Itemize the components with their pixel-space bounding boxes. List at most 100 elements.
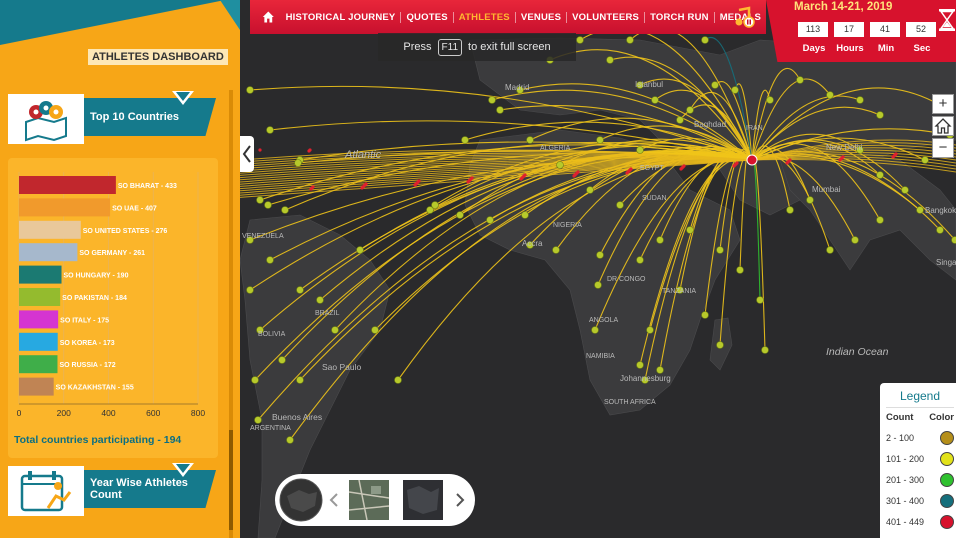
country-point[interactable] [251,376,259,384]
country-point[interactable] [686,106,694,114]
country-point[interactable] [456,211,464,219]
country-point[interactable] [246,86,254,94]
chart-bar[interactable] [19,310,59,329]
country-point[interactable] [254,416,262,424]
chart-bar[interactable] [19,332,58,351]
country-point[interactable] [431,201,439,209]
country-point[interactable] [686,226,694,234]
country-point[interactable] [731,86,739,94]
country-point[interactable] [286,436,294,444]
country-point[interactable] [266,256,274,264]
country-point[interactable] [921,156,929,164]
country-point[interactable] [496,106,504,114]
country-point[interactable] [651,96,659,104]
country-point[interactable] [461,136,469,144]
chart-bar[interactable] [19,288,61,306]
country-point[interactable] [736,266,744,274]
country-point[interactable] [356,246,364,254]
country-point[interactable] [796,76,804,84]
country-point[interactable] [636,256,644,264]
country-point[interactable] [826,246,834,254]
country-point[interactable] [586,186,594,194]
country-point[interactable] [296,376,304,384]
host-city-point[interactable] [746,154,758,166]
country-point[interactable] [636,146,644,154]
country-point[interactable] [851,236,859,244]
scrollbar-thumb[interactable] [229,430,233,530]
country-point[interactable] [331,326,339,334]
country-point[interactable] [766,96,774,104]
year-wise-header[interactable]: Year Wise Athletes Count [8,463,220,516]
country-point[interactable] [936,226,944,234]
country-point[interactable] [916,206,924,214]
country-point[interactable] [626,36,634,44]
country-point[interactable] [711,81,719,89]
country-point[interactable] [264,201,272,209]
country-point[interactable] [716,246,724,254]
chart-bar[interactable] [19,243,78,262]
basemap-imagery-thumbnail[interactable] [349,480,389,520]
collapse-panel-button[interactable] [240,136,254,172]
country-point[interactable] [278,356,286,364]
chevron-right-icon[interactable] [455,492,465,508]
country-point[interactable] [656,236,664,244]
country-point[interactable] [951,236,956,244]
country-point[interactable] [488,96,496,104]
country-point[interactable] [296,286,304,294]
country-point[interactable] [556,161,564,169]
chevron-left-icon[interactable] [329,492,339,508]
panel-scrollbar[interactable] [229,90,233,538]
chart-bar[interactable] [19,355,58,374]
country-point[interactable] [316,296,324,304]
nav-venues[interactable]: VENUES [516,11,568,23]
basemap-dark-thumbnail[interactable] [403,480,443,520]
country-point[interactable] [266,126,274,134]
country-point[interactable] [371,326,379,334]
country-point[interactable] [552,246,560,254]
basemap-dark-gray-thumbnail[interactable] [279,478,323,522]
country-point[interactable] [294,159,302,167]
country-point[interactable] [701,311,709,319]
country-point[interactable] [761,346,769,354]
country-point[interactable] [256,196,264,204]
nav-historical-journey[interactable]: HISTORICAL JOURNEY [281,11,402,23]
top-countries-header[interactable]: Top 10 Countries [8,91,220,144]
country-point[interactable] [596,251,604,259]
country-point[interactable] [756,296,764,304]
country-point[interactable] [676,116,684,124]
country-point[interactable] [701,36,709,44]
country-point[interactable] [716,341,724,349]
country-point[interactable] [876,216,884,224]
country-point[interactable] [281,206,289,214]
country-point[interactable] [591,326,599,334]
country-point[interactable] [594,281,602,289]
country-point[interactable] [616,201,624,209]
country-point[interactable] [786,206,794,214]
country-point[interactable] [576,36,584,44]
music-pause-icon[interactable] [734,6,756,28]
country-point[interactable] [856,96,864,104]
default-extent-button[interactable] [932,116,954,136]
nav-quotes[interactable]: QUOTES [401,11,454,23]
country-point[interactable] [526,136,534,144]
nav-volunteers[interactable]: VOLUNTEERS [567,11,646,23]
country-point[interactable] [646,326,654,334]
nav-torch-run[interactable]: TORCH RUN [645,11,715,23]
zoom-out-button[interactable]: − [932,138,954,158]
country-point[interactable] [486,216,494,224]
country-point[interactable] [596,136,604,144]
chart-bar[interactable] [19,220,81,239]
zoom-in-button[interactable]: + [932,94,954,114]
chart-bar[interactable] [19,265,62,284]
country-point[interactable] [826,91,834,99]
chart-bar[interactable] [19,176,116,194]
home-icon[interactable] [262,9,275,25]
country-point[interactable] [521,211,529,219]
country-point[interactable] [636,361,644,369]
chart-bar[interactable] [19,198,111,217]
country-point[interactable] [656,366,664,374]
country-point[interactable] [901,186,909,194]
nav-athletes[interactable]: ATHLETES [454,11,516,23]
country-point[interactable] [876,111,884,119]
country-point[interactable] [806,196,814,204]
